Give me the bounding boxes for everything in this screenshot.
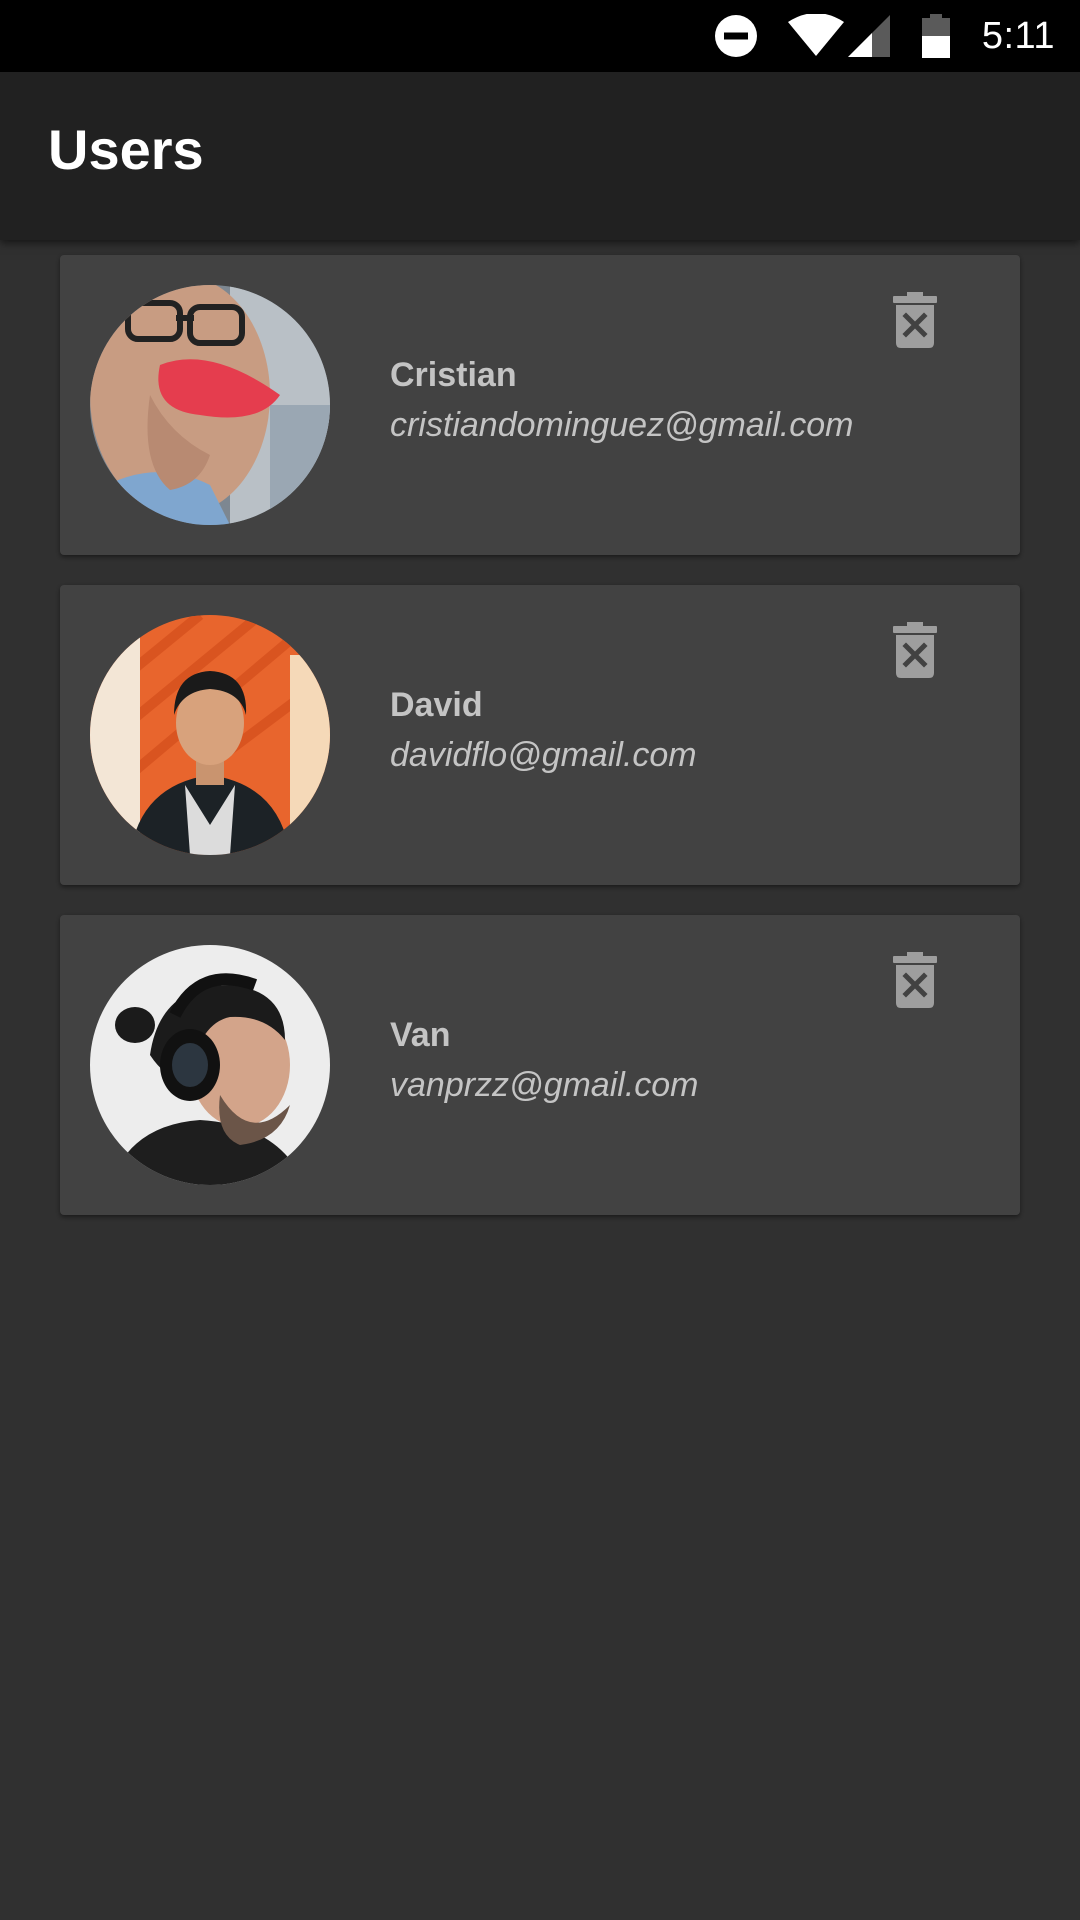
- status-icons: 5:11: [714, 0, 1080, 72]
- user-avatar: [90, 615, 330, 855]
- user-list: Cristian cristiandominguez@gmail.com Dav…: [60, 255, 1020, 1245]
- user-info: David davidflo@gmail.com: [390, 688, 697, 772]
- user-email: davidflo@gmail.com: [390, 736, 697, 774]
- user-card: David davidflo@gmail.com: [60, 585, 1020, 885]
- delete-user-button[interactable]: [875, 940, 955, 1020]
- delete-icon: [893, 292, 937, 348]
- status-bar: 5:11: [0, 0, 1080, 72]
- delete-icon: [893, 622, 937, 678]
- user-email: cristiandominguez@gmail.com: [390, 406, 854, 444]
- user-name: Van: [390, 1016, 451, 1054]
- page-title: Users: [48, 118, 204, 181]
- delete-user-button[interactable]: [875, 610, 955, 690]
- user-avatar: [90, 945, 330, 1185]
- user-name: Cristian: [390, 356, 517, 394]
- user-name: David: [390, 686, 483, 724]
- user-info: Cristian cristiandominguez@gmail.com: [390, 358, 853, 442]
- user-email: vanprzz@gmail.com: [390, 1066, 699, 1104]
- status-clock: 5:11: [981, 14, 1055, 57]
- delete-user-button[interactable]: [875, 280, 955, 360]
- cell-signal-icon: [847, 15, 890, 57]
- user-card: Cristian cristiandominguez@gmail.com: [60, 255, 1020, 555]
- wifi-icon: [787, 14, 844, 58]
- app-bar: Users: [0, 72, 1080, 240]
- user-avatar: [90, 285, 330, 525]
- user-card: Van vanprzz@gmail.com: [60, 915, 1020, 1215]
- user-info: Van vanprzz@gmail.com: [390, 1018, 699, 1102]
- do-not-disturb-icon: [714, 14, 758, 58]
- delete-icon: [893, 952, 937, 1008]
- battery-icon: [921, 14, 950, 58]
